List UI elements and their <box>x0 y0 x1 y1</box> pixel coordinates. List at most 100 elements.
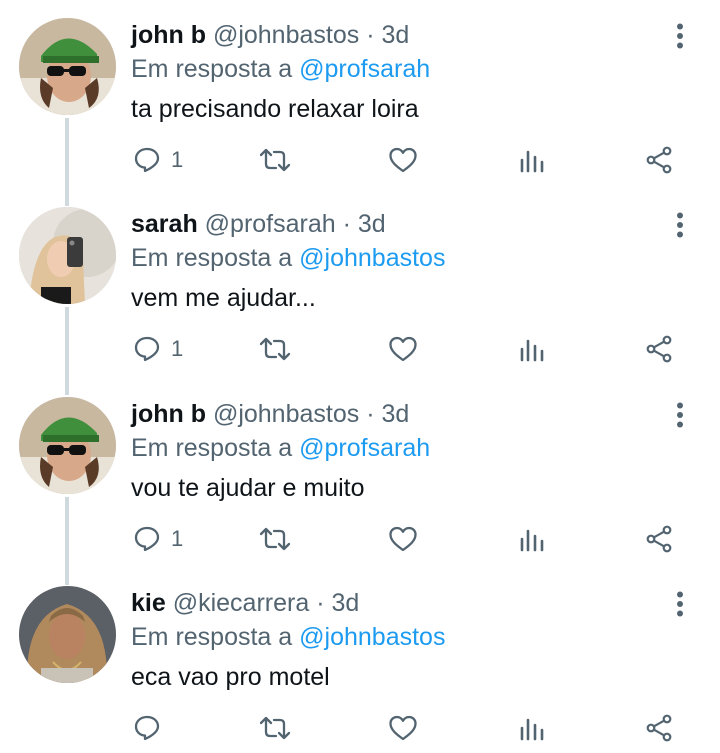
retweet-button[interactable] <box>258 708 292 748</box>
tweet-actions: 1 <box>0 519 720 559</box>
retweet-button[interactable] <box>258 329 292 369</box>
view-stats-button[interactable] <box>519 708 545 748</box>
reply-icon <box>134 147 160 173</box>
mention-link[interactable]: @johnbastos <box>299 244 445 272</box>
replying-prefix: Em resposta a <box>131 55 293 83</box>
avatar[interactable] <box>19 207 116 304</box>
stats-icon <box>520 529 544 552</box>
tweet-actions <box>0 708 720 748</box>
view-stats-button[interactable] <box>519 140 545 180</box>
display-name[interactable]: john b <box>131 400 206 428</box>
retweet-button[interactable] <box>258 519 292 559</box>
more-options-button[interactable] <box>664 209 696 241</box>
share-button[interactable] <box>645 140 673 180</box>
mention-link[interactable]: @profsarah <box>299 55 430 83</box>
display-name[interactable]: kie <box>131 589 166 617</box>
tweet[interactable]: john b @johnbastos · 3d Em resposta a @p… <box>0 0 720 206</box>
share-icon <box>646 525 672 553</box>
heart-icon <box>389 526 417 552</box>
like-button[interactable] <box>388 329 418 369</box>
retweet-button[interactable] <box>258 140 292 180</box>
more-vertical-icon <box>677 212 683 238</box>
separator-dot: · <box>316 589 325 617</box>
timestamp[interactable]: 3d <box>358 210 386 238</box>
share-icon <box>646 146 672 174</box>
more-options-button[interactable] <box>664 399 696 431</box>
retweet-icon <box>259 716 291 740</box>
retweet-icon <box>259 148 291 172</box>
tweet-text: eca vao pro motel <box>131 663 330 691</box>
reply-button[interactable]: 1 <box>133 329 183 369</box>
share-icon <box>646 714 672 742</box>
mention-link[interactable]: @profsarah <box>299 434 430 462</box>
reply-icon <box>134 526 160 552</box>
like-button[interactable] <box>388 519 418 559</box>
stats-icon <box>520 718 544 741</box>
username[interactable]: @profsarah <box>205 210 336 238</box>
share-button[interactable] <box>645 519 673 559</box>
share-icon <box>646 335 672 363</box>
replying-to: Em resposta a @johnbastos <box>131 622 445 652</box>
reply-icon <box>134 715 160 741</box>
heart-icon <box>389 147 417 173</box>
tweet-actions: 1 <box>0 140 720 180</box>
reply-count: 1 <box>171 526 184 551</box>
tweet-header: john b @johnbastos · 3d <box>131 399 409 429</box>
more-options-button[interactable] <box>664 588 696 620</box>
reply-button[interactable]: 1 <box>133 519 183 559</box>
username[interactable]: @johnbastos <box>213 400 359 428</box>
replying-to: Em resposta a @profsarah <box>131 54 430 84</box>
like-button[interactable] <box>388 708 418 748</box>
reply-icon <box>134 336 160 362</box>
tweet-header: john b @johnbastos · 3d <box>131 20 409 50</box>
avatar[interactable] <box>19 18 116 115</box>
tweet-text: vem me ajudar... <box>131 284 316 312</box>
reply-count: 1 <box>171 147 184 172</box>
share-button[interactable] <box>645 708 673 748</box>
timestamp[interactable]: 3d <box>381 21 409 49</box>
avatar[interactable] <box>19 586 116 683</box>
more-vertical-icon <box>677 402 683 428</box>
reply-button[interactable] <box>133 708 171 748</box>
tweet-text: vou te ajudar e muito <box>131 474 365 502</box>
tweet-header: sarah @profsarah · 3d <box>131 209 386 239</box>
more-vertical-icon <box>677 23 683 49</box>
like-button[interactable] <box>388 140 418 180</box>
view-stats-button[interactable] <box>519 329 545 369</box>
replying-prefix: Em resposta a <box>131 623 293 651</box>
display-name[interactable]: sarah <box>131 210 198 238</box>
stats-icon <box>520 150 544 173</box>
replying-prefix: Em resposta a <box>131 244 293 272</box>
separator-dot: · <box>342 210 351 238</box>
tweet[interactable]: sarah @profsarah · 3d Em resposta a @joh… <box>0 189 720 395</box>
more-options-button[interactable] <box>664 20 696 52</box>
mention-link[interactable]: @johnbastos <box>299 623 445 651</box>
timestamp[interactable]: 3d <box>331 589 359 617</box>
tweet-text: ta precisando relaxar loira <box>131 95 419 123</box>
display-name[interactable]: john b <box>131 21 206 49</box>
share-button[interactable] <box>645 329 673 369</box>
avatar[interactable] <box>19 397 116 494</box>
tweet-header: kie @kiecarrera · 3d <box>131 588 359 618</box>
replying-prefix: Em resposta a <box>131 434 293 462</box>
separator-dot: · <box>366 400 375 428</box>
replying-to: Em resposta a @profsarah <box>131 433 430 463</box>
tweet[interactable]: kie @kiecarrera · 3d Em resposta a @john… <box>0 568 720 753</box>
retweet-icon <box>259 337 291 361</box>
username[interactable]: @johnbastos <box>213 21 359 49</box>
retweet-icon <box>259 527 291 551</box>
heart-icon <box>389 715 417 741</box>
separator-dot: · <box>366 21 375 49</box>
tweet-actions: 1 <box>0 329 720 369</box>
timestamp[interactable]: 3d <box>381 400 409 428</box>
username[interactable]: @kiecarrera <box>173 589 310 617</box>
tweet[interactable]: john b @johnbastos · 3d Em resposta a @p… <box>0 379 720 585</box>
conversation-thread: john b @johnbastos · 3d Em resposta a @p… <box>0 0 720 753</box>
replying-to: Em resposta a @johnbastos <box>131 243 445 273</box>
heart-icon <box>389 336 417 362</box>
stats-icon <box>520 339 544 362</box>
more-vertical-icon <box>677 591 683 617</box>
view-stats-button[interactable] <box>519 519 545 559</box>
reply-count: 1 <box>171 336 184 361</box>
reply-button[interactable]: 1 <box>133 140 183 180</box>
